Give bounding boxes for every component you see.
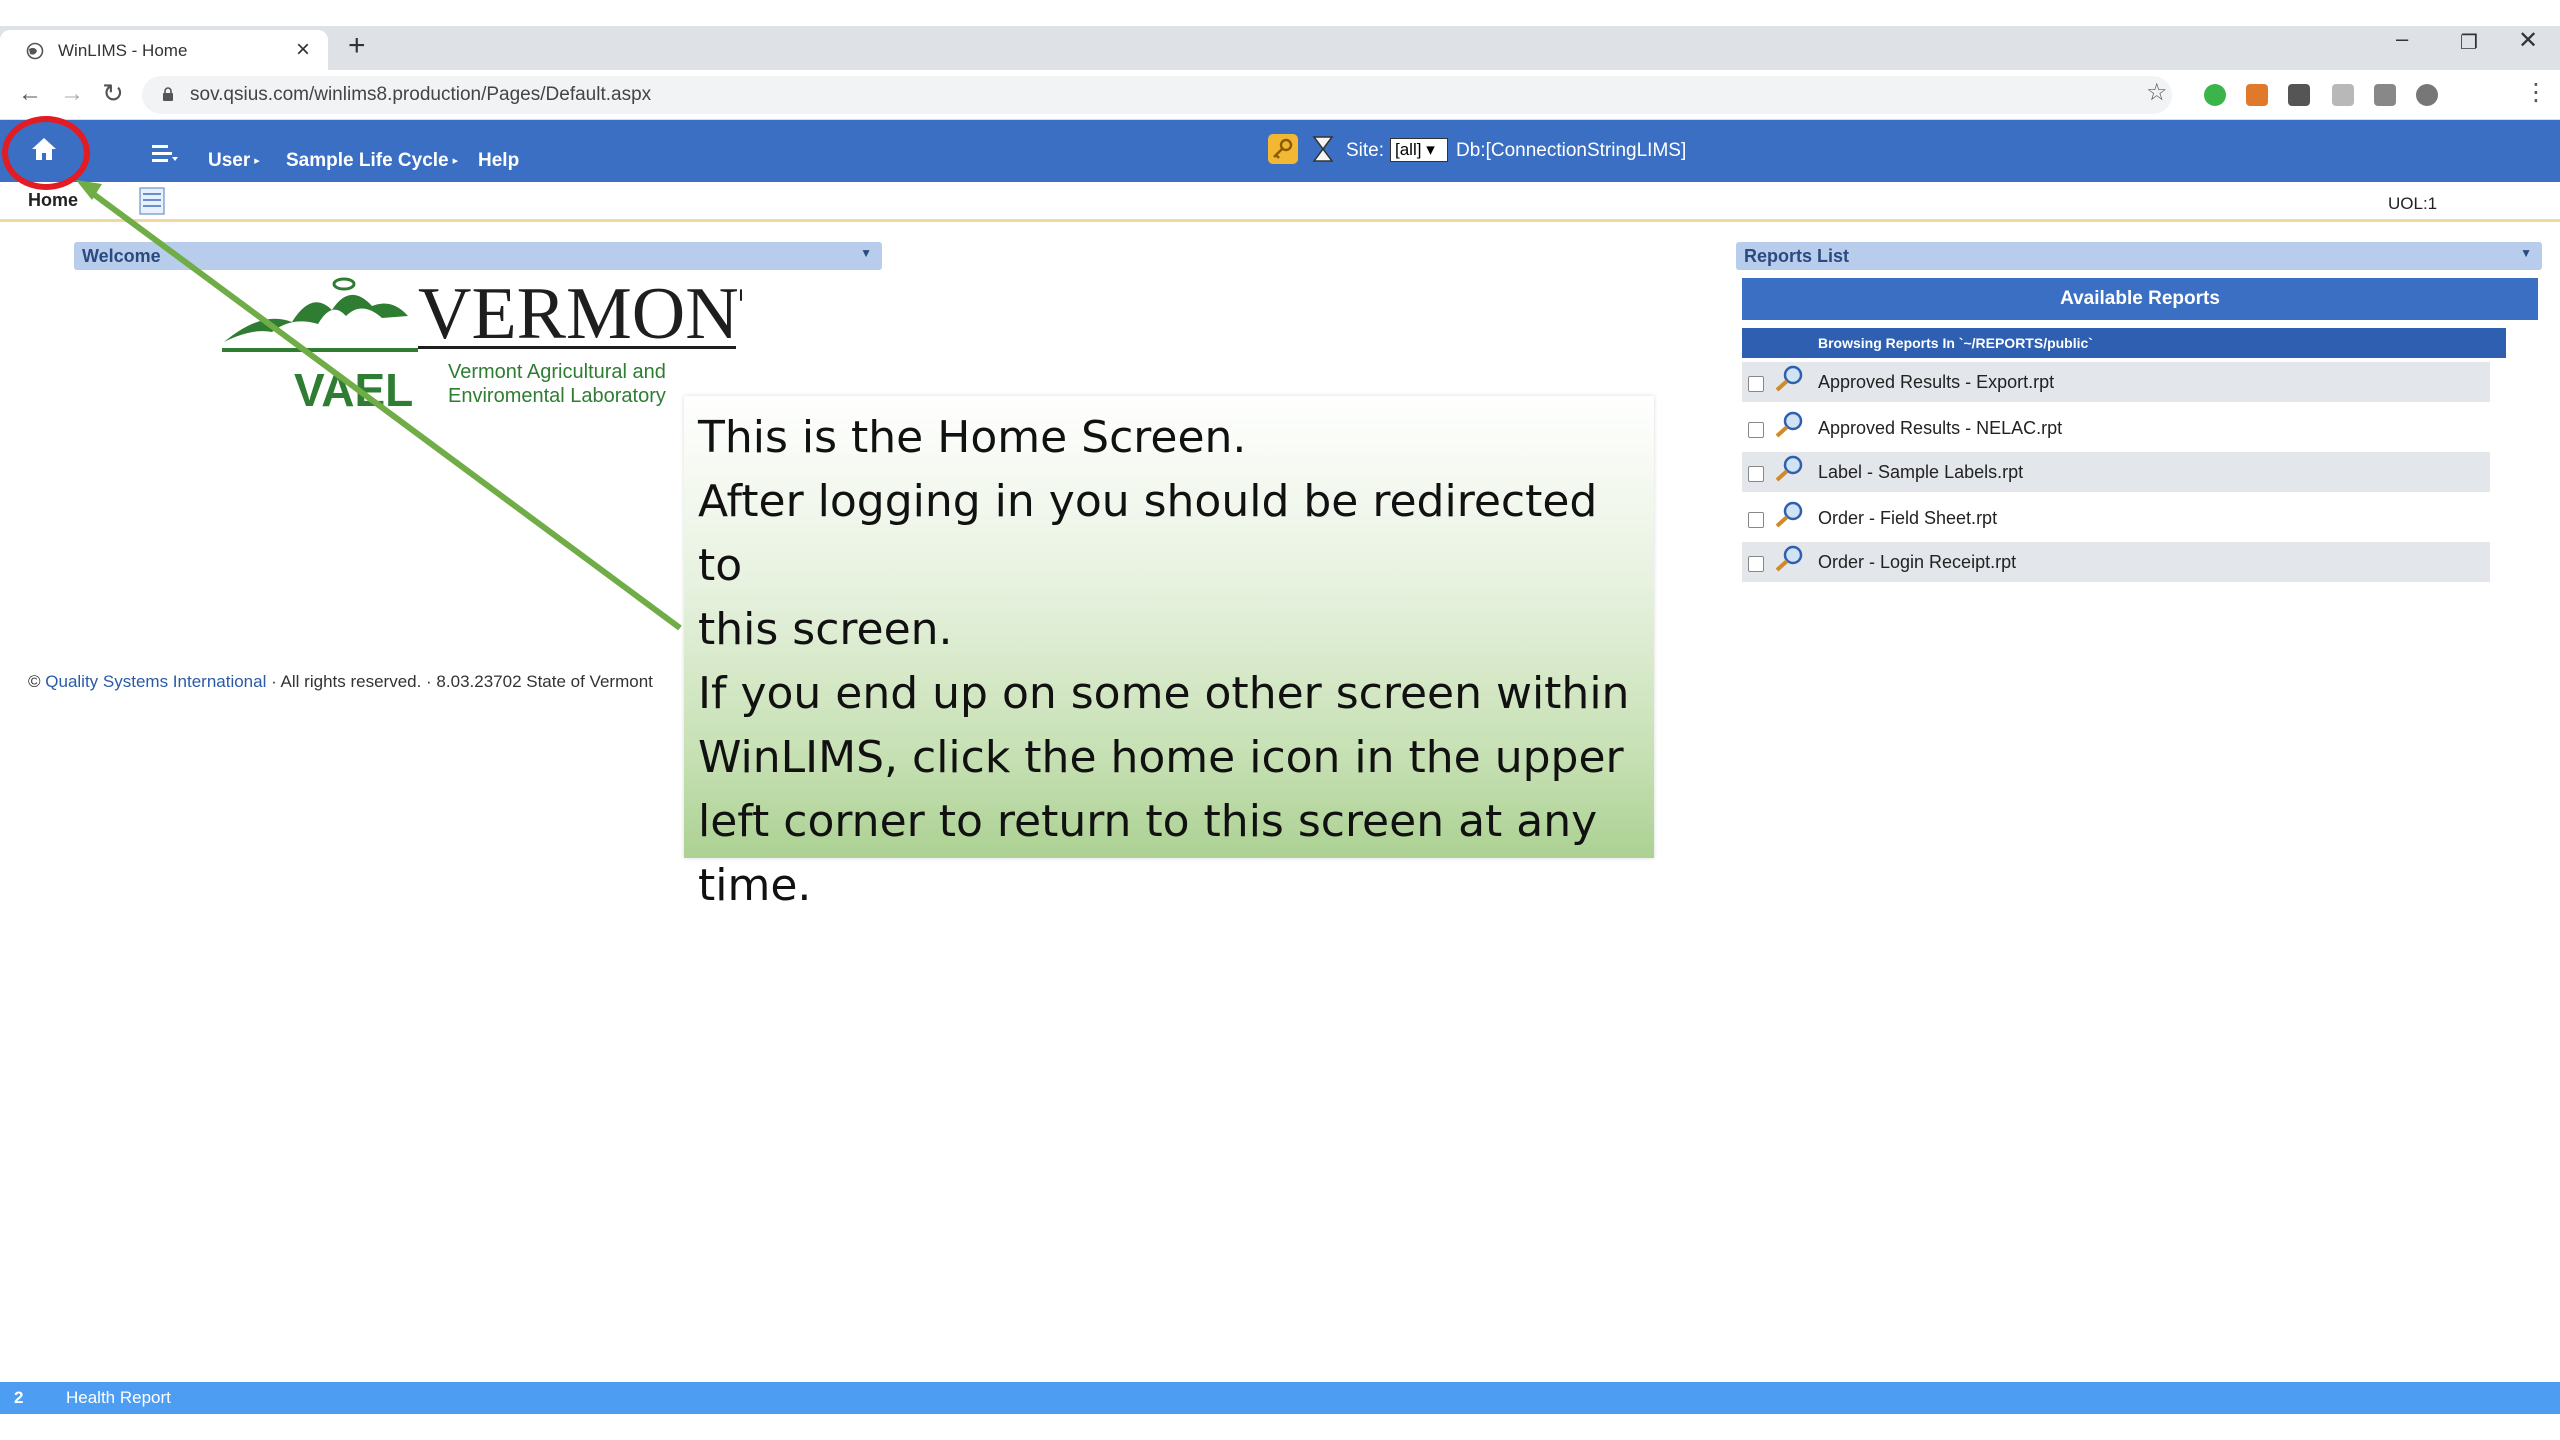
caret-right-icon: ▸ xyxy=(452,155,459,168)
logo-brand: VERMONT xyxy=(418,273,742,355)
copyright-footer: © Quality Systems International · All ri… xyxy=(28,672,653,692)
uol-indicator: UOL:1 xyxy=(2388,194,2438,213)
lock-icon xyxy=(163,87,173,101)
report-name[interactable]: Order - Login Receipt.rpt xyxy=(1818,552,2016,573)
new-tab-icon[interactable]: + xyxy=(348,29,366,63)
chevron-down-icon[interactable]: ▼ xyxy=(860,246,872,260)
report-row[interactable]: Approved Results - NELAC.rpt xyxy=(1742,408,2490,448)
back-arrow-icon[interactable]: ← xyxy=(18,80,42,108)
forward-arrow-icon[interactable]: → xyxy=(60,80,84,108)
tab-title: WinLIMS - Home xyxy=(58,41,188,60)
menu-user-label: User xyxy=(208,150,251,171)
address-bar[interactable]: sov.qsius.com/winlims8.production/Pages/… xyxy=(142,76,2172,114)
hamburger-menu-icon[interactable] xyxy=(150,142,180,168)
report-name[interactable]: Approved Results - Export.rpt xyxy=(1818,372,2054,393)
report-checkbox[interactable] xyxy=(1748,556,1764,572)
welcome-title: Welcome xyxy=(82,246,161,266)
report-checkbox[interactable] xyxy=(1748,512,1764,528)
menu-user[interactable]: User ▸ xyxy=(208,150,260,172)
reports-panel-header[interactable]: Reports List ▼ xyxy=(1736,242,2542,270)
logo-line2: Enviromental Laboratory xyxy=(448,385,666,407)
menu-sample-life-cycle[interactable]: Sample Life Cycle ▸ xyxy=(286,150,458,172)
magnifier-icon[interactable] xyxy=(1772,500,1806,530)
extension-circle-icon[interactable] xyxy=(2416,84,2438,106)
extension-green-icon[interactable] xyxy=(2204,84,2226,106)
menu-help[interactable]: Help xyxy=(478,150,519,172)
extension-orange-icon[interactable] xyxy=(2246,84,2268,106)
list-icon[interactable] xyxy=(138,186,166,216)
menu-slc-label: Sample Life Cycle xyxy=(286,150,449,171)
address-row: ← → ↻ sov.qsius.com/winlims8.production/… xyxy=(0,70,2560,120)
reload-icon[interactable]: ↻ xyxy=(102,78,124,109)
annotation-text: This is the Home Screen. After logging i… xyxy=(698,406,1648,918)
extension-pdf-icon[interactable] xyxy=(2332,84,2354,106)
bookmark-star-icon[interactable]: ☆ xyxy=(2146,78,2168,107)
browser-menu-icon[interactable]: ⋮ xyxy=(2524,78,2548,107)
welcome-panel-header[interactable]: Welcome ▼ xyxy=(74,242,882,270)
logo-line1: Vermont Agricultural and xyxy=(448,361,666,383)
annotation-line: this screen. xyxy=(698,604,953,655)
annotation-line: time. xyxy=(698,860,812,911)
vael-logo: VERMONT VAEL Vermont Agricultural and En… xyxy=(222,273,742,416)
reports-title: Reports List xyxy=(1744,246,1850,266)
window-close-icon[interactable]: ✕ xyxy=(2518,26,2538,55)
app-header: User ▸ Sample Life Cycle ▸ Help Site: [all… xyxy=(0,120,2560,182)
sub-bar: Home UOL:1 xyxy=(0,182,2560,222)
copyright-suffix: · All rights reserved. · 8.03.23702 Stat… xyxy=(271,672,653,691)
chevron-down-icon[interactable]: ▼ xyxy=(2520,246,2532,260)
browser-tab-bar: WinLIMS - Home × + – ❐ ✕ xyxy=(0,26,2560,70)
restore-icon[interactable]: ❐ xyxy=(2460,30,2478,55)
report-checkbox[interactable] xyxy=(1748,422,1764,438)
home-breadcrumb[interactable]: Home xyxy=(28,190,78,211)
annotation-callout: This is the Home Screen. After logging i… xyxy=(684,396,1654,911)
annotation-line: If you end up on some other screen withi… xyxy=(698,668,1630,719)
annotation-line: WinLIMS, click the home icon in the uppe… xyxy=(698,732,1624,783)
magnifier-icon[interactable] xyxy=(1772,364,1806,394)
minimize-icon[interactable]: – xyxy=(2396,26,2408,52)
site-label: Site: xyxy=(1346,140,1385,161)
health-report-link[interactable]: Health Report xyxy=(66,1388,171,1408)
report-name[interactable]: Approved Results - NELAC.rpt xyxy=(1818,418,2062,439)
caret-right-icon: ▸ xyxy=(254,155,260,168)
globe-icon xyxy=(26,42,44,60)
magnifier-icon[interactable] xyxy=(1772,410,1806,440)
report-name[interactable]: Label - Sample Labels.rpt xyxy=(1818,462,2023,483)
available-reports-header: Available Reports xyxy=(1742,278,2538,320)
extension-shield-icon[interactable] xyxy=(2288,84,2310,106)
url-text: sov.qsius.com/winlims8.production/Pages/… xyxy=(190,84,652,105)
site-select-value: [all] xyxy=(1395,140,1422,159)
report-row[interactable]: Approved Results - Export.rpt xyxy=(1742,362,2490,402)
db-connection-label: Db:[ConnectionStringLIMS] xyxy=(1456,140,1687,161)
magnifier-icon[interactable] xyxy=(1772,454,1806,484)
window-top-strip xyxy=(0,0,2560,26)
extension-g-icon[interactable] xyxy=(2374,84,2396,106)
report-row[interactable]: Order - Login Receipt.rpt xyxy=(1742,542,2490,582)
hourglass-user-icon[interactable] xyxy=(1310,134,1336,164)
key-icon[interactable] xyxy=(1268,134,1298,164)
annotation-line: After logging in you should be redirecte… xyxy=(698,476,1598,591)
annotation-line: This is the Home Screen. xyxy=(698,412,1247,463)
report-row[interactable]: Order - Field Sheet.rpt xyxy=(1742,498,2490,538)
magnifier-icon[interactable] xyxy=(1772,544,1806,574)
report-row[interactable]: Label - Sample Labels.rpt xyxy=(1742,452,2490,492)
report-name[interactable]: Order - Field Sheet.rpt xyxy=(1818,508,1997,529)
copyright-symbol: © xyxy=(28,672,41,691)
company-link[interactable]: Quality Systems International xyxy=(45,672,266,691)
browsing-path: Browsing Reports In `~/REPORTS/public` xyxy=(1742,328,2506,358)
status-count: 2 xyxy=(14,1388,24,1407)
home-highlight-circle xyxy=(2,116,90,190)
browser-tab-active[interactable]: WinLIMS - Home × xyxy=(0,30,328,70)
report-checkbox[interactable] xyxy=(1748,376,1764,392)
annotation-line: left corner to return to this screen at … xyxy=(698,796,1598,847)
site-select[interactable]: [all] ▾ xyxy=(1390,138,1448,162)
logo-acronym: VAEL xyxy=(294,364,413,416)
close-tab-icon[interactable]: × xyxy=(296,36,310,64)
report-checkbox[interactable] xyxy=(1748,466,1764,482)
status-bar: 2 Health Report xyxy=(0,1382,2560,1414)
